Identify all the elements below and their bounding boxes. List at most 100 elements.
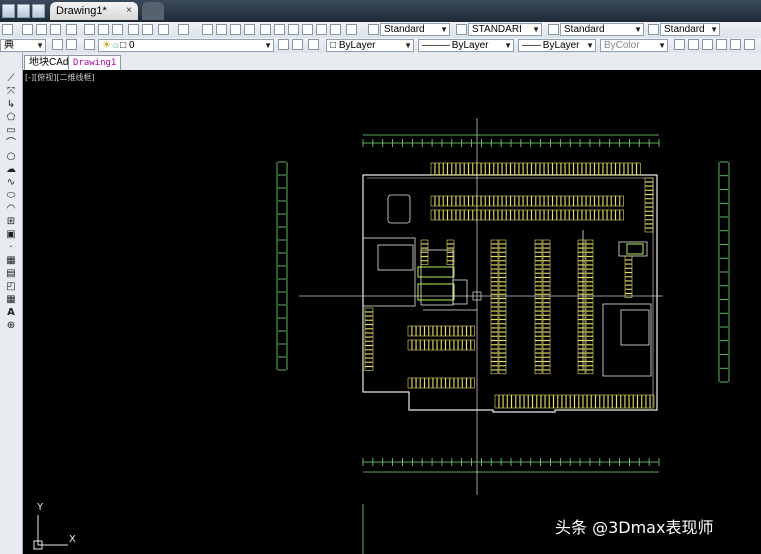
spline-icon[interactable]: ∿ xyxy=(5,177,17,188)
parking-stall xyxy=(585,256,594,261)
pan-icon[interactable] xyxy=(202,24,213,35)
cut-icon[interactable] xyxy=(84,24,95,35)
add-selected-icon[interactable]: ⊕ xyxy=(5,320,17,331)
table-icon[interactable]: ▦ xyxy=(5,294,17,305)
ellipse-arc-icon[interactable]: ◠ xyxy=(5,203,17,214)
text-style-select[interactable]: Standard ▼ xyxy=(380,23,450,36)
layer-freeze-icon[interactable] xyxy=(702,39,713,50)
layer-previous-icon[interactable] xyxy=(292,39,303,50)
line-icon[interactable]: ⟋ xyxy=(5,73,17,84)
plotstyle-select[interactable]: ByColor ▼ xyxy=(600,39,668,52)
zoom-realtime-icon[interactable] xyxy=(216,24,227,35)
publish-icon[interactable] xyxy=(50,24,61,35)
hatch-icon[interactable]: ▦ xyxy=(5,255,17,266)
workspace-lock-icon[interactable] xyxy=(66,39,77,50)
layer-manager-icon[interactable] xyxy=(84,39,95,50)
table-style-select[interactable]: Standard ▼ xyxy=(560,23,644,36)
parking-stall xyxy=(542,344,551,349)
arc-icon[interactable]: ⌒ xyxy=(5,138,17,149)
parking-stall xyxy=(585,357,594,362)
color-select[interactable]: □ ByLayer ▼ xyxy=(326,39,414,52)
layer-select[interactable]: ☀☼□ 0 ▼ xyxy=(98,39,274,52)
dim-style-select[interactable]: STANDARI ▼ xyxy=(468,23,542,36)
parking-stall xyxy=(462,377,467,389)
parking-stall xyxy=(535,195,540,207)
parking-stall xyxy=(577,195,582,207)
parking-stall xyxy=(573,162,578,176)
parking-stall xyxy=(585,252,594,257)
mleader-style-select[interactable]: Standard ▼ xyxy=(660,23,720,36)
zoom-previous-icon[interactable] xyxy=(244,24,255,35)
parking-stall xyxy=(535,209,540,221)
tool-palettes-icon[interactable] xyxy=(288,24,299,35)
design-center-icon[interactable] xyxy=(274,24,285,35)
parking-stall xyxy=(540,394,546,409)
make-current-layer-icon[interactable] xyxy=(278,39,289,50)
print-icon[interactable] xyxy=(22,24,33,35)
parking-stall xyxy=(364,337,374,342)
parking-stall xyxy=(424,339,429,351)
parking-stall xyxy=(464,162,469,176)
markup-icon[interactable] xyxy=(316,24,327,35)
undo-icon[interactable] xyxy=(158,24,169,35)
ellipse-icon[interactable]: ⬭ xyxy=(5,190,17,201)
file-tab-drawing1[interactable]: Drawing1 xyxy=(68,55,122,70)
region-icon[interactable]: ◰ xyxy=(5,281,17,292)
lineweight-select[interactable]: —— ByLayer ▼ xyxy=(518,39,596,52)
help-icon[interactable] xyxy=(346,24,357,35)
new-tab-button[interactable] xyxy=(142,2,164,20)
workspace-select[interactable]: 典 ▼ xyxy=(0,39,46,52)
polyline-icon[interactable]: ↳ xyxy=(5,99,17,110)
new-icon[interactable] xyxy=(32,4,45,18)
construction-line-icon[interactable]: ⤧ xyxy=(5,86,17,97)
revcloud-icon[interactable]: ☁ xyxy=(5,164,17,175)
parking-stall xyxy=(490,369,499,375)
save-icon[interactable] xyxy=(2,4,15,18)
sheet-set-icon[interactable] xyxy=(302,24,313,35)
quickcalc-icon[interactable] xyxy=(330,24,341,35)
linetype-select[interactable]: ——— ByLayer ▼ xyxy=(418,39,514,52)
workspace-settings-icon[interactable] xyxy=(52,39,63,50)
paste-icon[interactable] xyxy=(112,24,123,35)
gradient-icon[interactable]: ▤ xyxy=(5,268,17,279)
save-icon[interactable] xyxy=(2,24,13,35)
open-icon[interactable] xyxy=(17,4,30,18)
make-block-icon[interactable]: ▣ xyxy=(5,229,17,240)
circle-icon[interactable]: ○ xyxy=(5,151,17,162)
parking-stall xyxy=(636,162,641,176)
parking-stall xyxy=(364,362,374,367)
layer-merge-icon[interactable] xyxy=(744,39,755,50)
insert-block-icon[interactable]: ⊞ xyxy=(5,216,17,227)
rectangle-icon[interactable]: ▭ xyxy=(5,125,17,136)
match-properties-icon[interactable] xyxy=(128,24,139,35)
tab-drawing1[interactable]: Drawing1* × xyxy=(50,2,138,20)
mtext-icon[interactable]: A xyxy=(5,307,17,318)
properties-icon[interactable] xyxy=(260,24,271,35)
layer-walk-icon[interactable] xyxy=(730,39,741,50)
layer-states-icon[interactable] xyxy=(308,39,319,50)
lightbulb-icon: ☀ xyxy=(102,40,111,51)
parking-stall xyxy=(615,162,620,176)
layer-off-icon[interactable] xyxy=(688,39,699,50)
block-editor-icon[interactable] xyxy=(142,24,153,35)
zoom-window-icon[interactable] xyxy=(230,24,241,35)
file-tab-dikuai[interactable]: 地块CAd xyxy=(24,55,74,70)
parking-stall xyxy=(549,394,554,409)
parking-stall xyxy=(628,162,633,176)
drawing-canvas[interactable]: [-][俯视][二维线框] Y X xyxy=(23,70,761,554)
parking-stall xyxy=(561,394,567,409)
plot-icon[interactable] xyxy=(66,24,77,35)
layer-isolate-icon[interactable] xyxy=(674,39,685,50)
preview-icon[interactable] xyxy=(36,24,47,35)
parking-stall xyxy=(585,344,594,349)
parking-stall xyxy=(542,369,551,375)
close-tab-icon[interactable]: × xyxy=(126,2,132,20)
point-icon[interactable]: · xyxy=(5,242,17,253)
polygon-icon[interactable]: ⬠ xyxy=(5,112,17,123)
redo-icon[interactable] xyxy=(178,24,189,35)
parking-stall xyxy=(493,195,498,207)
parking-stall xyxy=(645,394,651,409)
parking-stall xyxy=(577,357,586,362)
layer-lock-icon[interactable] xyxy=(716,39,727,50)
copy-icon[interactable] xyxy=(98,24,109,35)
